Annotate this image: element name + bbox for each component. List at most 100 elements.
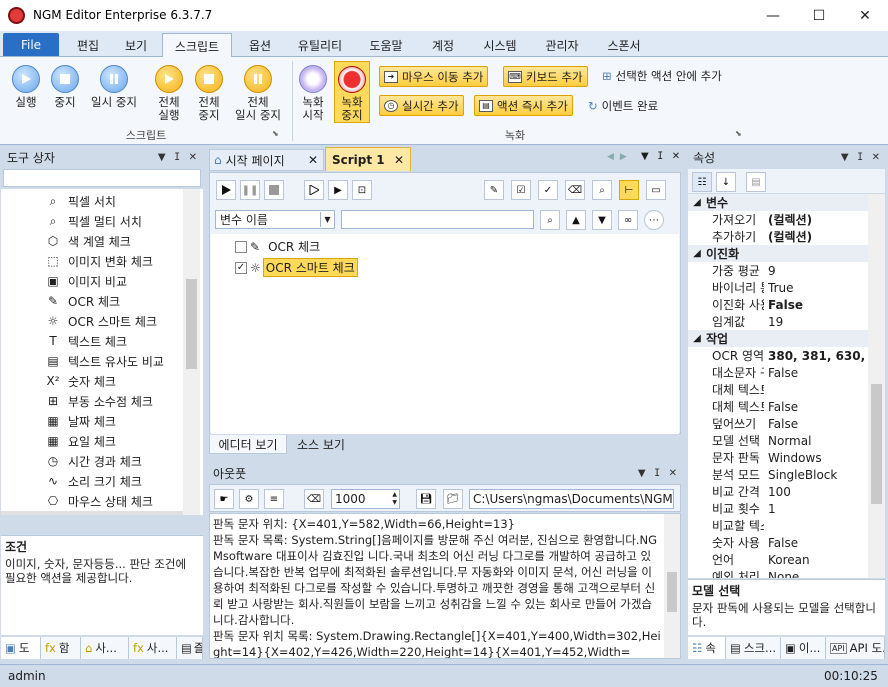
property-row[interactable]: 모델 선택 Normal (688, 432, 868, 449)
toolbox-item[interactable]: ∿ 소리 크기 체크 (45, 471, 203, 491)
pause-button-editor[interactable]: ❚❚ (240, 180, 260, 200)
tree-item-selected[interactable]: ✓ ☼ OCR 스마트 체크 (235, 258, 358, 277)
check-outline-icon[interactable]: ✓ (538, 180, 558, 200)
script-group-expand-icon[interactable]: ⬊ (272, 129, 279, 138)
close-icon[interactable]: ✕ (669, 468, 677, 479)
collapse-icon[interactable]: ◢ (688, 197, 706, 208)
tab-sponsor[interactable]: 스폰서 (596, 33, 652, 57)
eraser-icon[interactable]: ⌫ (304, 489, 324, 509)
toolbox-item[interactable]: ⬚ 이미지 변화 체크 (45, 251, 203, 271)
tree-checkbox-checked[interactable]: ✓ (235, 261, 247, 274)
delete-icon[interactable]: ⌫ (565, 180, 585, 200)
add-keyboard-button[interactable]: ⌨ 키보드 추가 (503, 66, 588, 87)
pin-icon[interactable]: ⵊ (175, 152, 180, 163)
variable-search-input[interactable] (341, 210, 534, 229)
toolbox-item[interactable]: T 텍스트 체크 (45, 331, 203, 351)
stop-button[interactable]: 중지 (47, 65, 83, 109)
scrollbar-thumb[interactable] (667, 572, 677, 612)
toolbox-search-input[interactable] (3, 169, 201, 187)
property-value[interactable]: False (764, 298, 864, 312)
maximize-button[interactable]: ☐ (796, 0, 842, 31)
check-icon[interactable]: ☑ (511, 180, 531, 200)
toolbox-item[interactable]: ▣ 이미지 비교 (45, 271, 203, 291)
dropdown-icon[interactable]: ▼ (641, 151, 649, 162)
close-icon[interactable]: ✕ (672, 151, 680, 162)
close-tab-icon[interactable]: ✕ (394, 153, 410, 167)
property-value[interactable]: 19 (764, 315, 864, 329)
dropdown-icon[interactable]: ▼ (638, 468, 646, 479)
tab-edit[interactable]: 편집 (66, 33, 110, 57)
property-category[interactable]: ◢ 이진화 (688, 245, 868, 262)
bottom-tab-api[interactable]: APIAPI 도... (826, 637, 885, 659)
record-start-button[interactable]: 녹화 시작 (296, 65, 330, 122)
property-value[interactable]: 380, 381, 630, 3 (764, 349, 864, 363)
file-menu[interactable]: File (3, 33, 59, 56)
tab-start-page[interactable]: ⌂ 시작 페이지 ✕ (209, 149, 324, 171)
dropdown-icon[interactable]: ▼ (841, 152, 849, 163)
property-value[interactable]: 9 (764, 264, 864, 278)
toolbox-item[interactable]: ▦ 요일 체크 (45, 431, 203, 451)
add-mouse-move-button[interactable]: ➜ 마우스 이동 추가 (379, 66, 489, 87)
property-row[interactable]: 분석 모드 SingleBlock (688, 466, 868, 483)
add-action-now-button[interactable]: ▤ 액션 즉시 추가 (474, 95, 573, 116)
bottom-tab-favorites[interactable]: ▤즐 (177, 637, 203, 659)
record-group-expand-icon[interactable]: ⬊ (735, 129, 742, 138)
property-pages-icon[interactable]: ▤ (746, 172, 766, 192)
property-value[interactable]: False (764, 417, 864, 431)
step-play-icon[interactable] (304, 180, 324, 200)
dropdown-icon[interactable]: ▼ (158, 152, 166, 163)
property-value[interactable]: False (764, 400, 864, 414)
property-value[interactable]: Normal (764, 434, 864, 448)
lines-icon[interactable]: ≡ (264, 489, 284, 509)
property-row[interactable]: 문자 판독 Windows (688, 449, 868, 466)
tab-view[interactable]: 보기 (116, 33, 156, 57)
property-row[interactable]: 비교 횟수 1 (688, 500, 868, 517)
add-realtime-button[interactable]: ◷ 실시간 추가 (379, 95, 464, 116)
bottom-tab-user-fx[interactable]: fx 사... (129, 637, 177, 659)
toolbox-item[interactable]: ⎔ 마우스 상태 체크 (45, 491, 203, 511)
hand-icon[interactable]: ☛ (214, 489, 234, 509)
property-value[interactable]: 1 (764, 502, 864, 516)
play-box-icon[interactable]: ⊡ (352, 180, 372, 200)
tab-admin[interactable]: 관리자 (534, 33, 590, 57)
event-complete-button[interactable]: ↻ 이벤트 완료 (588, 98, 658, 114)
close-tab-icon[interactable]: ✕ (308, 153, 323, 167)
bottom-tab-script[interactable]: ▤ 스크... (726, 637, 781, 659)
sort-alpha-icon[interactable]: ↓ (716, 172, 736, 192)
property-value[interactable]: None (764, 570, 864, 579)
tab-scroll-arrows[interactable]: ◀▶ (607, 152, 633, 162)
property-row[interactable]: 덮어쓰기 False (688, 415, 868, 432)
collapse-icon[interactable]: ◢ (688, 248, 706, 259)
tab-system[interactable]: 시스템 (472, 33, 528, 57)
property-row[interactable]: OCR 영역380, 381, 630, 3 (688, 347, 868, 364)
output-scrollbar[interactable] (664, 514, 680, 658)
tree-view-icon[interactable]: ⊢ (619, 180, 639, 200)
run-all-button[interactable]: 전체 실행 (150, 65, 188, 122)
tab-script-1[interactable]: Script 1 ✕ (325, 147, 411, 171)
property-value[interactable]: Korean (764, 553, 864, 567)
property-row[interactable]: 예외 처리 None (688, 568, 868, 579)
bottom-tab-properties[interactable]: ☷ 속 (688, 637, 726, 659)
folder-icon[interactable]: 📁︎ (443, 489, 463, 509)
categorized-icon[interactable]: ☷ (692, 172, 712, 192)
toolbox-item[interactable]: ◷ 시간 경과 체크 (45, 451, 203, 471)
tab-account[interactable]: 계정 (420, 33, 466, 57)
close-icon[interactable]: ✕ (189, 152, 197, 163)
property-row[interactable]: 숫자 사용 False (688, 534, 868, 551)
buffer-size-stepper[interactable]: 1000 ▲ ▼ (331, 489, 400, 509)
property-category[interactable]: ◢ 변수 (688, 194, 868, 211)
save-icon[interactable]: 💾︎ (416, 489, 436, 509)
property-value[interactable]: True (764, 281, 864, 295)
variable-select[interactable]: 변수 이름 ▼ (215, 210, 335, 229)
bottom-tab-image[interactable]: ▣ 이... (781, 637, 826, 659)
tab-source-view[interactable]: 소스 보기 (287, 435, 355, 454)
play-button[interactable] (216, 180, 236, 200)
property-row[interactable]: 비교 간격 100 (688, 483, 868, 500)
property-row[interactable]: 대체 텍스트 (688, 381, 868, 398)
tab-editor-view[interactable]: 에디터 보기 (209, 435, 287, 454)
property-row[interactable]: 비교할 텍스 (688, 517, 868, 534)
bottom-tab-user[interactable]: ⌂ 사... (81, 637, 129, 659)
bottom-tab-function[interactable]: fx 함 (41, 637, 81, 659)
run-button[interactable]: 실행 (8, 65, 44, 109)
minimize-button[interactable]: — (750, 0, 796, 31)
